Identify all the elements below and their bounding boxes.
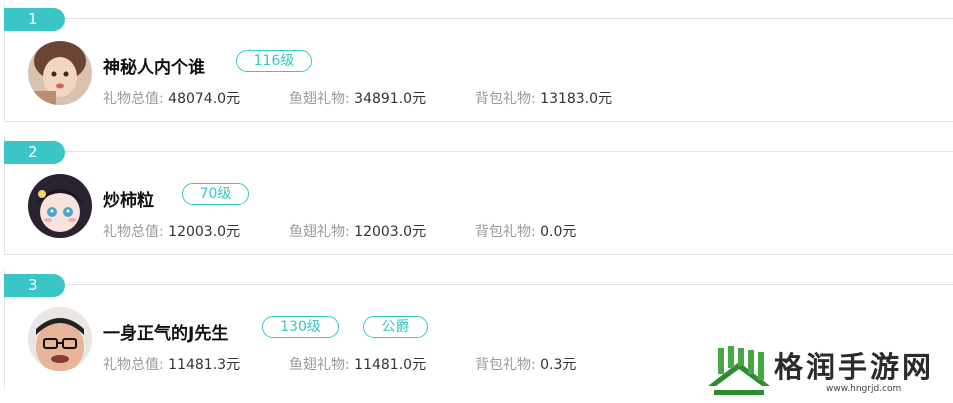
card-divider: [5, 18, 953, 19]
avatar[interactable]: [28, 307, 92, 371]
stat-label: 背包礼物:: [475, 357, 536, 373]
stat-label: 礼物总值:: [103, 357, 164, 373]
stat-value: 34891.0元: [354, 91, 427, 107]
stat-label: 鱼翅礼物:: [289, 357, 350, 373]
stat-label: 背包礼物:: [475, 224, 536, 240]
watermark-logo: 格润手游网 www.hngrjd.com: [700, 338, 953, 403]
logo-icon: [708, 346, 770, 395]
level-badge: 116级: [236, 50, 312, 72]
stat-value: 13183.0元: [540, 91, 613, 107]
stat-value: 0.3元: [540, 357, 577, 373]
user-name[interactable]: 炒柿粒: [103, 186, 154, 211]
user-name[interactable]: 一身正气的J先生: [103, 319, 228, 344]
stat-label: 礼物总值:: [103, 224, 164, 240]
stat-value: 48074.0元: [168, 91, 241, 107]
ranking-card-2: 2 炒柿粒 70级 礼物总值: 12003.0元 鱼翅礼物: 12003.0元 …: [4, 137, 953, 255]
stat-value: 11481.0元: [354, 357, 427, 373]
yuchi-gift-stat: 鱼翅礼物: 12003.0元: [289, 221, 426, 241]
total-gift-stat: 礼物总值: 11481.3元: [103, 354, 240, 374]
backpack-gift-stat: 背包礼物: 0.0元: [475, 221, 576, 241]
backpack-gift-stat: 背包礼物: 0.3元: [475, 354, 576, 374]
rank-number: 1: [4, 8, 65, 31]
level-badge: 70级: [182, 183, 249, 205]
noble-badge: 公爵: [363, 316, 428, 338]
yuchi-gift-stat: 鱼翅礼物: 11481.0元: [289, 354, 426, 374]
backpack-gift-stat: 背包礼物: 13183.0元: [475, 88, 612, 108]
level-badge: 130级: [262, 316, 339, 338]
user-name[interactable]: 神秘人内个谁: [103, 53, 205, 78]
rank-number: 2: [4, 141, 65, 164]
card-divider: [5, 284, 953, 285]
stat-value: 0.0元: [540, 224, 577, 240]
total-gift-stat: 礼物总值: 12003.0元: [103, 221, 240, 241]
stat-value: 11481.3元: [168, 357, 241, 373]
stat-label: 礼物总值:: [103, 91, 164, 107]
stat-label: 背包礼物:: [475, 91, 536, 107]
stat-value: 12003.0元: [354, 224, 427, 240]
stat-label: 鱼翅礼物:: [289, 91, 350, 107]
watermark-url: www.hngrjd.com: [826, 384, 902, 394]
watermark-text: 格润手游网: [774, 350, 935, 384]
rank-number: 3: [4, 274, 65, 297]
ranking-card-1: 1 神秘人内个谁 116级 礼物总值: 48074.0元 鱼翅礼物: 34891…: [4, 4, 953, 122]
stat-value: 12003.0元: [168, 224, 241, 240]
avatar[interactable]: [28, 174, 92, 238]
avatar[interactable]: [28, 41, 92, 105]
total-gift-stat: 礼物总值: 48074.0元: [103, 88, 240, 108]
stat-label: 鱼翅礼物:: [289, 224, 350, 240]
yuchi-gift-stat: 鱼翅礼物: 34891.0元: [289, 88, 426, 108]
card-divider: [5, 151, 953, 152]
